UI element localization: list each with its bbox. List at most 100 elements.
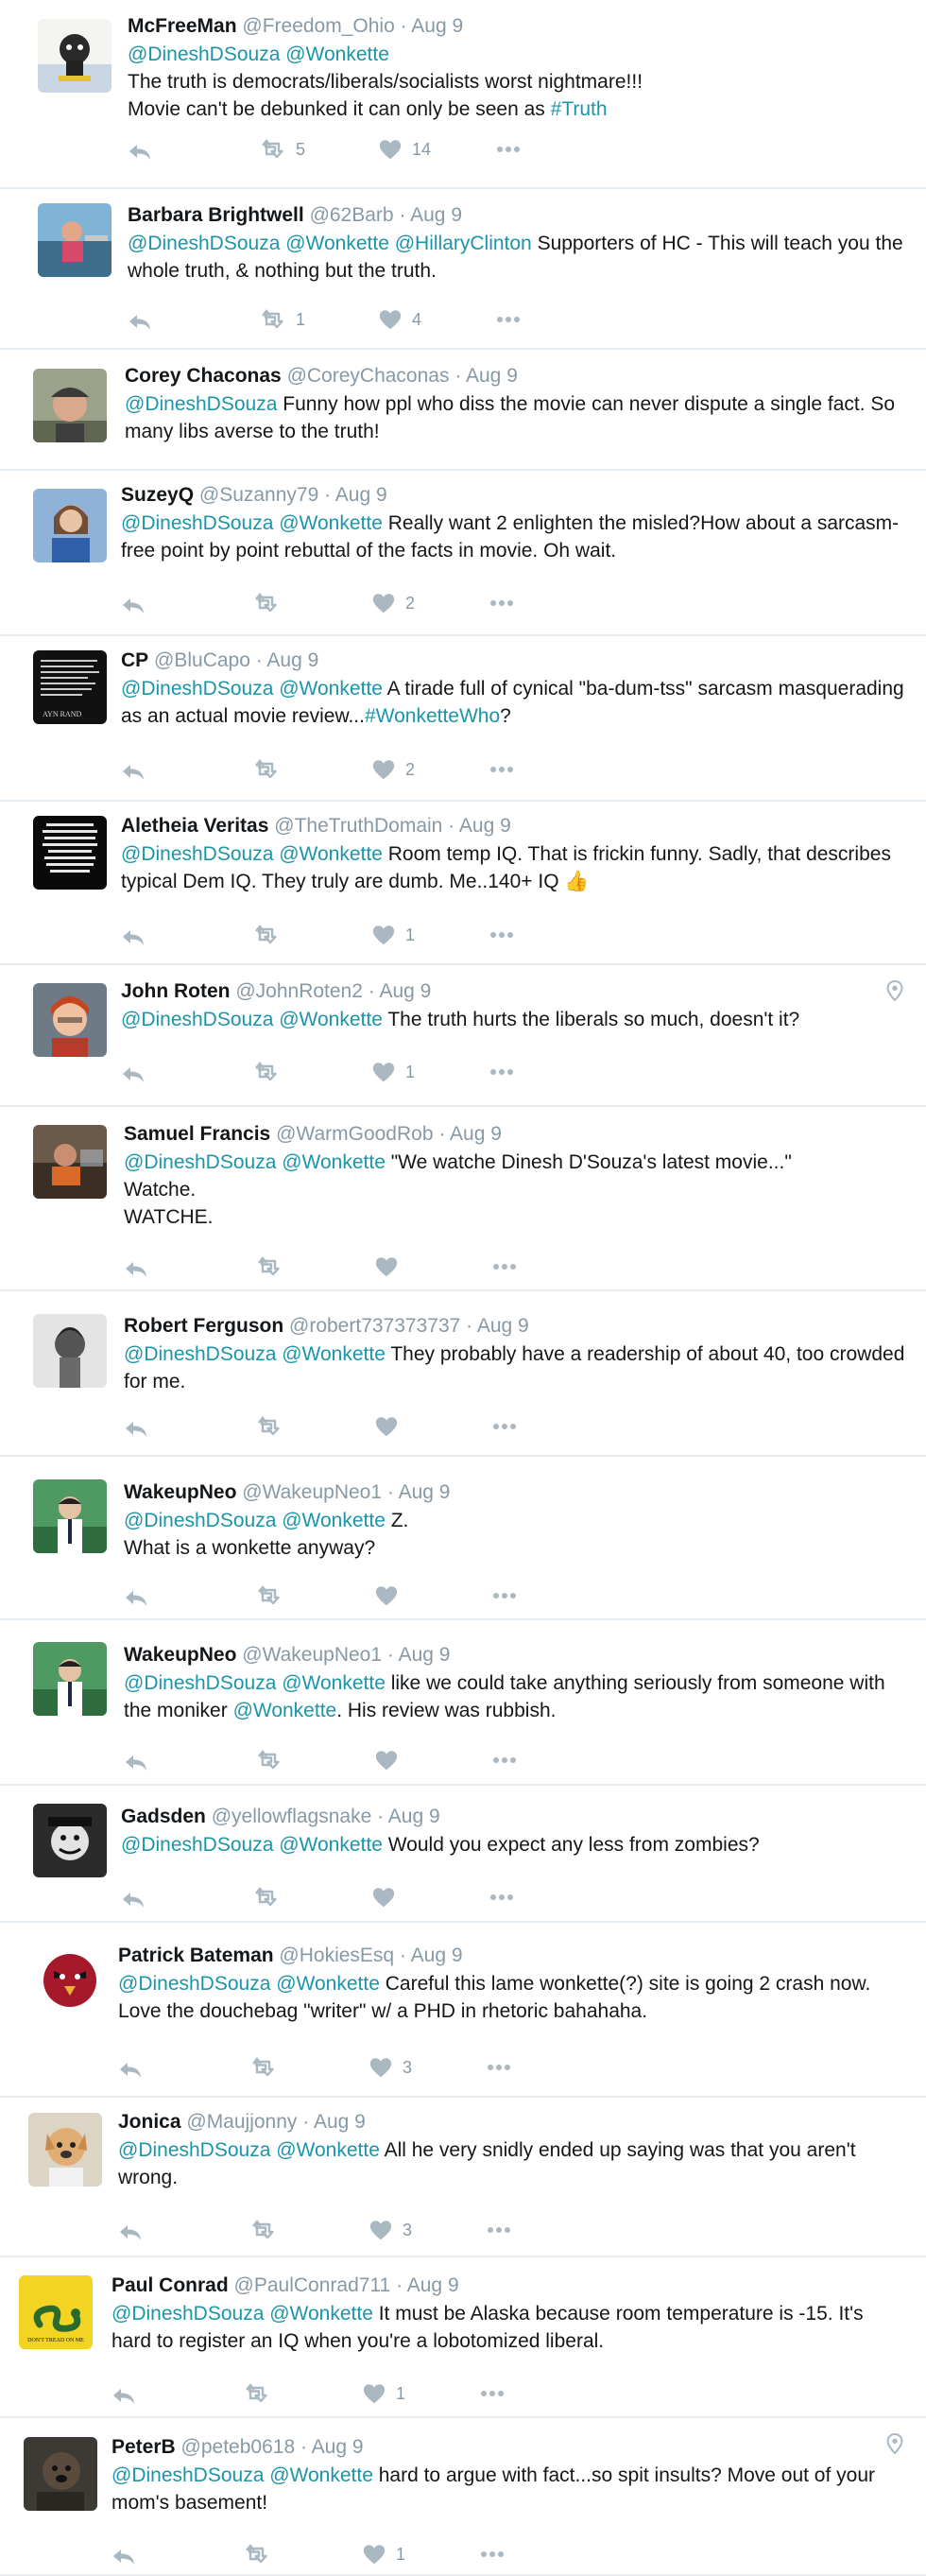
avatar[interactable] bbox=[33, 1642, 107, 1716]
hashtag-link[interactable]: #WonketteWho bbox=[365, 705, 500, 727]
author-name[interactable]: Corey Chaconas bbox=[125, 365, 282, 387]
author-name[interactable]: McFreeMan bbox=[128, 15, 237, 37]
reply-button[interactable] bbox=[128, 136, 260, 163]
avatar[interactable] bbox=[33, 1479, 107, 1553]
avatar[interactable] bbox=[38, 203, 111, 277]
tweet-date[interactable]: Aug 9 bbox=[314, 2111, 366, 2133]
reply-button[interactable] bbox=[121, 756, 253, 783]
mention-link[interactable]: @DineshDSouza @Wonkette bbox=[118, 1973, 380, 1995]
avatar[interactable] bbox=[33, 1943, 107, 2016]
like-button[interactable] bbox=[374, 1253, 492, 1280]
mention-link[interactable]: @DineshDSouza @Wonkette bbox=[121, 1834, 383, 1856]
avatar[interactable] bbox=[28, 2113, 102, 2187]
more-options-button[interactable] bbox=[489, 1064, 514, 1080]
mention-link[interactable]: @DineshDSouza @Wonkette @HillaryClinton bbox=[128, 233, 532, 254]
author-name[interactable]: WakeupNeo bbox=[124, 1644, 236, 1666]
author-name[interactable]: PeterB bbox=[111, 2436, 176, 2458]
mention-link[interactable]: @Wonkette bbox=[233, 1700, 337, 1721]
like-button[interactable] bbox=[374, 1747, 492, 1773]
like-button[interactable] bbox=[374, 1413, 492, 1440]
tweet-date[interactable]: Aug 9 bbox=[477, 1315, 529, 1337]
author-name[interactable]: Jonica bbox=[118, 2111, 181, 2133]
tweet-item[interactable]: Samuel Francis @WarmGoodRob · Aug 9 @Dine… bbox=[0, 1107, 926, 1291]
reply-button[interactable] bbox=[118, 2054, 250, 2081]
tweet-date[interactable]: Aug 9 bbox=[466, 365, 518, 387]
tweet-item[interactable]: SuzeyQ @Suzanny79 · Aug 9 @DineshDSouza @… bbox=[0, 471, 926, 636]
avatar[interactable] bbox=[38, 19, 111, 93]
author-name[interactable]: Gadsden bbox=[121, 1806, 206, 1827]
retweet-button[interactable] bbox=[244, 2541, 362, 2567]
more-options-button[interactable] bbox=[492, 1419, 517, 1434]
avatar[interactable] bbox=[33, 1804, 107, 1877]
tweet-item[interactable]: WakeupNeo @WakeupNeo1 · Aug 9 @DineshDSou… bbox=[0, 1620, 926, 1786]
reply-button[interactable] bbox=[128, 306, 260, 333]
retweet-button[interactable]: 1 bbox=[260, 306, 378, 333]
author-handle[interactable]: @WakeupNeo1 bbox=[242, 1481, 382, 1503]
author-handle[interactable]: @PaulConrad711 bbox=[234, 2274, 391, 2296]
author-name[interactable]: Robert Ferguson bbox=[124, 1315, 283, 1337]
like-button[interactable]: 2 bbox=[371, 756, 489, 783]
reply-button[interactable] bbox=[118, 2217, 250, 2243]
mention-link[interactable]: @DineshDSouza @Wonkette bbox=[121, 1009, 383, 1030]
like-button[interactable]: 1 bbox=[362, 2380, 480, 2407]
mention-link[interactable]: @DineshDSouza bbox=[125, 393, 277, 415]
author-handle[interactable]: @Freedom_Ohio bbox=[242, 15, 394, 37]
author-handle[interactable]: @CoreyChaconas bbox=[287, 365, 450, 387]
author-handle[interactable]: @62Barb bbox=[310, 204, 394, 226]
retweet-button[interactable]: 5 bbox=[260, 136, 378, 163]
tweet-date[interactable]: Aug 9 bbox=[459, 815, 511, 837]
avatar[interactable] bbox=[33, 489, 107, 562]
reply-button[interactable] bbox=[121, 1884, 253, 1910]
author-handle[interactable]: @peteb0618 bbox=[181, 2436, 296, 2458]
author-handle[interactable]: @Suzanny79 bbox=[199, 484, 318, 506]
mention-link[interactable]: @DineshDSouza @Wonkette bbox=[124, 1343, 386, 1365]
avatar[interactable]: AYN RAND bbox=[33, 650, 107, 724]
more-options-button[interactable] bbox=[489, 762, 514, 777]
more-options-button[interactable] bbox=[480, 2386, 505, 2401]
retweet-button[interactable] bbox=[253, 922, 371, 948]
like-button[interactable]: 1 bbox=[371, 1059, 489, 1085]
more-options-button[interactable] bbox=[492, 1753, 517, 1768]
like-button[interactable]: 2 bbox=[371, 590, 489, 616]
tweet-item[interactable]: Jonica @Maujjonny · Aug 9 @DineshDSouza @… bbox=[0, 2098, 926, 2257]
mention-link[interactable]: @DineshDSouza @Wonkette bbox=[111, 2464, 373, 2486]
tweet-item[interactable]: Gadsden @yellowflagsnake · Aug 9 @DineshD… bbox=[0, 1786, 926, 1923]
reply-button[interactable] bbox=[121, 1059, 253, 1085]
more-options-button[interactable] bbox=[489, 596, 514, 611]
tweet-item[interactable]: Barbara Brightwell @62Barb · Aug 9 @Dines… bbox=[0, 189, 926, 350]
author-name[interactable]: Aletheia Veritas bbox=[121, 815, 268, 837]
tweet-item[interactable]: Aletheia Veritas @TheTruthDomain · Aug 9… bbox=[0, 802, 926, 965]
more-options-button[interactable] bbox=[492, 1588, 517, 1603]
tweet-date[interactable]: Aug 9 bbox=[388, 1806, 440, 1827]
retweet-button[interactable] bbox=[253, 1884, 371, 1910]
mention-link[interactable]: @DineshDSouza @Wonkette bbox=[124, 1672, 386, 1694]
like-button[interactable]: 4 bbox=[378, 306, 496, 333]
retweet-button[interactable] bbox=[256, 1747, 374, 1773]
tweet-item[interactable]: McFreeMan @Freedom_Ohio · Aug 9 @DineshDS… bbox=[0, 0, 926, 189]
more-options-button[interactable] bbox=[487, 2060, 511, 2075]
reply-button[interactable] bbox=[121, 590, 253, 616]
mention-link[interactable]: @DineshDSouza @Wonkette bbox=[124, 1151, 386, 1173]
more-options-button[interactable] bbox=[487, 2222, 511, 2238]
avatar[interactable] bbox=[33, 1314, 107, 1388]
author-handle[interactable]: @WarmGoodRob bbox=[276, 1123, 433, 1145]
tweet-date[interactable]: Aug 9 bbox=[312, 2436, 364, 2458]
mention-link[interactable]: @DineshDSouza @Wonkette bbox=[121, 843, 383, 865]
author-name[interactable]: SuzeyQ bbox=[121, 484, 194, 506]
more-options-button[interactable] bbox=[492, 1259, 517, 1274]
location-pin-icon[interactable] bbox=[886, 2432, 903, 2459]
tweet-item[interactable]: PeterB @peteb0618 · Aug 9 @DineshDSouza @… bbox=[0, 2418, 926, 2576]
author-name[interactable]: Paul Conrad bbox=[111, 2274, 229, 2296]
tweet-item[interactable]: Corey Chaconas @CoreyChaconas · Aug 9 @Di… bbox=[0, 350, 926, 471]
retweet-button[interactable] bbox=[256, 1253, 374, 1280]
avatar[interactable] bbox=[33, 1125, 107, 1199]
like-button[interactable] bbox=[374, 1582, 492, 1609]
location-pin-icon[interactable] bbox=[886, 979, 903, 1006]
reply-button[interactable] bbox=[124, 1253, 256, 1280]
retweet-button[interactable] bbox=[256, 1413, 374, 1440]
reply-button[interactable] bbox=[111, 2541, 244, 2567]
retweet-button[interactable] bbox=[253, 1059, 371, 1085]
tweet-date[interactable]: Aug 9 bbox=[407, 2274, 459, 2296]
author-handle[interactable]: @JohnRoten2 bbox=[235, 980, 363, 1002]
author-name[interactable]: Samuel Francis bbox=[124, 1123, 270, 1145]
